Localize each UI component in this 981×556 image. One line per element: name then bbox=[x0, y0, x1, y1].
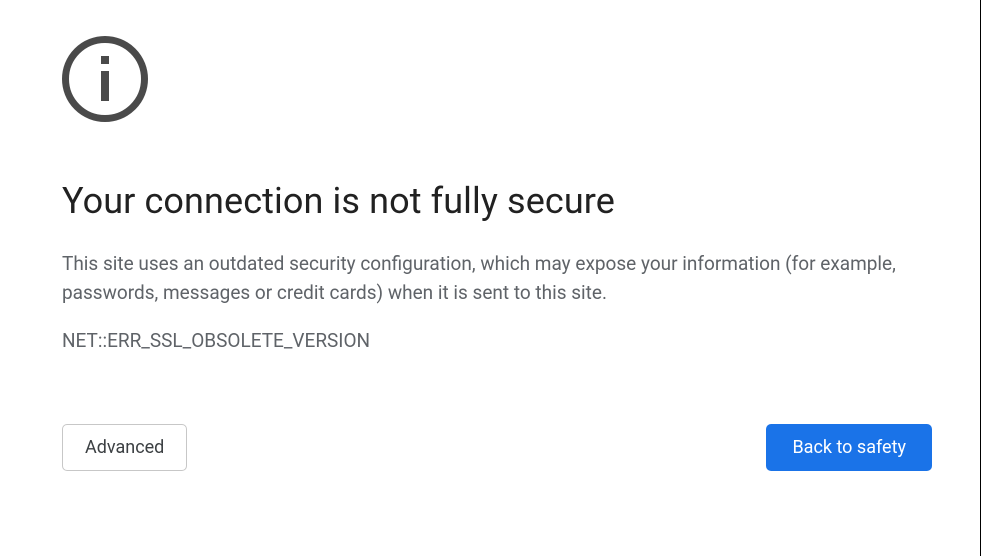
advanced-button[interactable]: Advanced bbox=[62, 424, 187, 471]
info-icon bbox=[62, 36, 148, 122]
back-to-safety-button[interactable]: Back to safety bbox=[766, 424, 932, 471]
security-interstitial: Your connection is not fully secure This… bbox=[0, 0, 980, 471]
info-letter-i bbox=[101, 56, 109, 101]
icon-wrapper bbox=[62, 36, 918, 122]
page-heading: Your connection is not fully secure bbox=[62, 180, 918, 222]
button-row: Advanced Back to safety bbox=[62, 424, 932, 471]
error-code: NET::ERR_SSL_OBSOLETE_VERSION bbox=[62, 329, 918, 352]
warning-description: This site uses an outdated security conf… bbox=[62, 250, 918, 307]
